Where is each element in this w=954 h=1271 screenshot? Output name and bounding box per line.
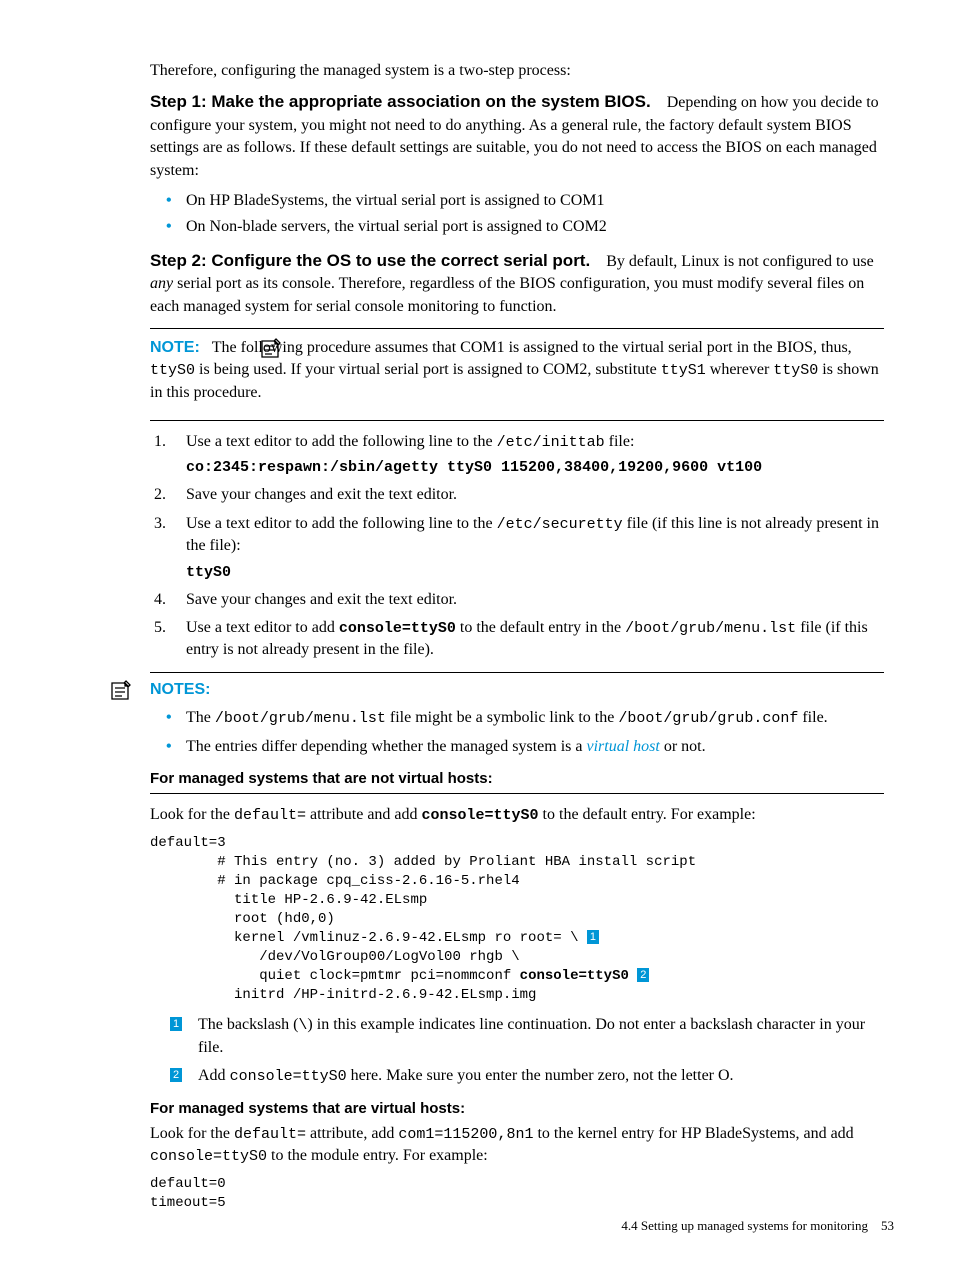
s5-mid: to the default entry in the — [456, 619, 625, 636]
n2b1-suffix: file. — [798, 709, 827, 726]
proc-step-5: Use a text editor to add console=ttyS0 t… — [150, 617, 884, 662]
step2-body-prefix: By default, Linux is not configured to u… — [606, 253, 874, 270]
n2b2-italic: virtual host — [586, 738, 659, 755]
n2b1-prefix: The — [186, 709, 215, 726]
footer-page: 53 — [881, 1218, 894, 1233]
callout-list: 1 The backslash (\) in this example indi… — [170, 1014, 884, 1087]
callout-item-1: 1 The backslash (\) in this example indi… — [170, 1014, 884, 1059]
step1-bullet-list: On HP BladeSystems, the virtual serial p… — [150, 190, 884, 239]
note1-prefix: The following procedure assumes that COM… — [212, 339, 852, 356]
n2b2-suffix: or not. — [660, 738, 706, 755]
nonvh-lead-mid: attribute and add — [306, 806, 422, 823]
step1-bullet-1: On HP BladeSystems, the virtual serial p… — [150, 190, 884, 212]
s3-prefix: Use a text editor to add the following l… — [186, 515, 497, 532]
note-icon — [258, 337, 282, 361]
c2-suffix: here. Make sure you enter the number zer… — [347, 1067, 734, 1084]
code-l7: /dev/VolGroup00/LogVol00 rhgb \ — [150, 949, 520, 965]
step2-body-italic: any — [150, 275, 173, 292]
step1-title: Step 1: Make the appropriate association… — [150, 92, 651, 111]
note-icon — [108, 679, 132, 703]
note2-bullet-2: The entries differ depending whether the… — [150, 736, 884, 758]
proc-step-1: Use a text editor to add the following l… — [150, 431, 884, 478]
code-l8a: quiet clock=pmtmr pci=nommconf — [150, 968, 520, 984]
code-l6: kernel /vmlinuz-2.6.9-42.ELsmp ro root= … — [150, 930, 587, 946]
c2-prefix: Add — [198, 1067, 230, 1084]
note2-bullets: The /boot/grub/menu.lst file might be a … — [150, 707, 884, 758]
nonvh-lead-prefix: Look for the — [150, 806, 234, 823]
code-l1: default=3 — [150, 835, 226, 851]
vh-lead-mono3: console=ttyS0 — [150, 1148, 267, 1165]
content-area: Therefore, configuring the managed syste… — [150, 60, 884, 1213]
c2-mono: console=ttyS0 — [230, 1068, 347, 1085]
note2-label: NOTES: — [150, 679, 884, 701]
page-footer: 4.4 Setting up managed systems for monit… — [621, 1217, 894, 1235]
n2b2-prefix: The entries differ depending whether the… — [186, 738, 586, 755]
vh-lead-mono2: com1=115200,8n1 — [398, 1126, 533, 1143]
s1-code: co:2345:respawn:/sbin/agetty ttyS0 11520… — [186, 457, 884, 478]
s5-mono: /boot/grub/menu.lst — [625, 620, 796, 637]
code-l2: # This entry (no. 3) added by Proliant H… — [150, 854, 696, 870]
n2b1-mono1: /boot/grub/menu.lst — [215, 710, 386, 727]
s1-mono: /etc/inittab — [497, 434, 605, 451]
s1-prefix: Use a text editor to add the following l… — [186, 433, 497, 450]
footer-section: 4.4 Setting up managed systems for monit… — [621, 1218, 868, 1233]
vh-code-l2: timeout=5 — [150, 1195, 226, 1211]
page: Therefore, configuring the managed syste… — [0, 0, 954, 1271]
note1-tty0a: ttyS0 — [150, 362, 195, 379]
step2-body-suffix: serial port as its console. Therefore, r… — [150, 275, 864, 314]
s1-suffix: file: — [605, 433, 635, 450]
note1-tty1: ttyS1 — [661, 362, 706, 379]
vh-lead-mono1: default= — [234, 1126, 306, 1143]
note-block-1: NOTE: The following procedure assumes th… — [150, 328, 884, 421]
code-l9: initrd /HP-initrd-2.6.9-42.ELsmp.img — [150, 987, 536, 1003]
vh-code-l1: default=0 — [150, 1176, 226, 1192]
vh-lead-mid1: attribute, add — [306, 1125, 398, 1142]
s5-bold: console=ttyS0 — [339, 620, 456, 637]
vh-code-block: default=0 timeout=5 — [150, 1175, 884, 1213]
code-l4: title HP-2.6.9-42.ELsmp — [150, 892, 427, 908]
callout-marker-1: 1 — [170, 1017, 182, 1031]
callout-1-inline: 1 — [587, 930, 599, 944]
intro-paragraph: Therefore, configuring the managed syste… — [150, 60, 884, 82]
nonvh-lead: Look for the default= attribute and add … — [150, 804, 884, 826]
nonvh-lead-suffix: to the default entry. For example: — [539, 806, 756, 823]
vh-lead: Look for the default= attribute, add com… — [150, 1123, 884, 1168]
step1-paragraph: Step 1: Make the appropriate association… — [150, 90, 884, 182]
code-l5: root (hd0,0) — [150, 911, 335, 927]
n2b1-mono2: /boot/grub/grub.conf — [618, 710, 798, 727]
note2-bullet-1: The /boot/grub/menu.lst file might be a … — [150, 707, 884, 729]
step1-bullet-2: On Non-blade servers, the virtual serial… — [150, 216, 884, 238]
c1-prefix: The backslash ( — [198, 1016, 298, 1033]
proc-step-3: Use a text editor to add the following l… — [150, 513, 884, 583]
s5-prefix: Use a text editor to add — [186, 619, 339, 636]
callout-2-inline: 2 — [637, 968, 649, 982]
proc-step-4: Save your changes and exit the text edit… — [150, 589, 884, 611]
note-icon-wrap-2 — [108, 679, 132, 710]
step2-paragraph: Step 2: Configure the OS to use the corr… — [150, 249, 884, 318]
procedure-list: Use a text editor to add the following l… — [150, 431, 884, 662]
note-icon-wrap — [258, 337, 282, 368]
code-l8b: console=ttyS0 — [520, 968, 629, 984]
note1-label: NOTE: — [150, 339, 200, 356]
s3-mono: /etc/securetty — [497, 516, 623, 533]
vh-lead-mid2: to the kernel entry for HP BladeSystems,… — [533, 1125, 853, 1142]
nonvh-lead-mono: default= — [234, 807, 306, 824]
n2b1-mid: file might be a symbolic link to the — [386, 709, 618, 726]
code-l3: # in package cpq_ciss-2.6.16-5.rhel4 — [150, 873, 520, 889]
vh-lead-prefix: Look for the — [150, 1125, 234, 1142]
note1-mid2: wherever — [706, 361, 774, 378]
nonvh-code-block: default=3 # This entry (no. 3) added by … — [150, 834, 884, 1004]
note1-tty0b: ttyS0 — [773, 362, 818, 379]
proc-step-2: Save your changes and exit the text edit… — [150, 484, 884, 506]
nonvh-lead-bold: console=ttyS0 — [422, 807, 539, 824]
nonvh-heading: For managed systems that are not virtual… — [150, 768, 884, 794]
vh-lead-suffix: to the module entry. For example: — [267, 1147, 488, 1164]
s3-code: ttyS0 — [186, 562, 884, 583]
callout-item-2: 2 Add console=ttyS0 here. Make sure you … — [170, 1065, 884, 1087]
vh-heading: For managed systems that are virtual hos… — [150, 1098, 884, 1119]
callout-marker-2: 2 — [170, 1068, 182, 1082]
note-block-2: NOTES: The /boot/grub/menu.lst file migh… — [150, 673, 884, 794]
step2-title: Step 2: Configure the OS to use the corr… — [150, 251, 590, 270]
